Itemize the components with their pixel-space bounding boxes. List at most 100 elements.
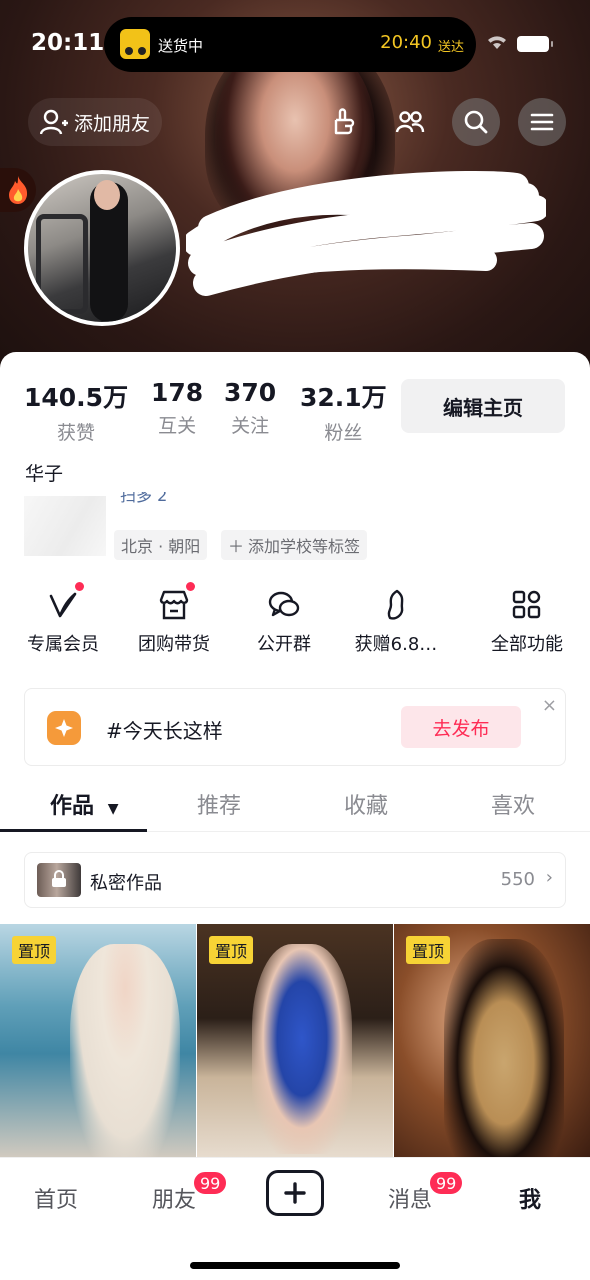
feature-public-group[interactable]: 公开群	[229, 588, 339, 656]
video-thumbnail[interactable]: 置顶	[394, 924, 590, 1160]
thumbnail-figure	[252, 944, 352, 1154]
notification-dot	[186, 582, 195, 591]
hamburger-menu-icon	[530, 113, 554, 131]
dynamic-island-live-activity[interactable]: 送货中 20:40 送达	[104, 17, 476, 72]
close-icon[interactable]: ×	[542, 695, 557, 716]
stat-value: 178	[151, 378, 204, 407]
pinned-badge: 置顶	[12, 936, 57, 964]
tab-recommend[interactable]: 推荐	[197, 788, 241, 820]
search-icon	[464, 110, 488, 134]
signature-fragment: 扫多 2	[120, 492, 168, 505]
home-indicator	[190, 1262, 400, 1269]
thumbnail-figure	[444, 939, 564, 1160]
stat-likes[interactable]: 140.5万 获赞	[24, 378, 128, 445]
feature-label: 获赠6.8…	[354, 634, 438, 655]
content-tabs: 作品 ▼ 推荐 收藏 喜欢	[0, 780, 590, 832]
delivery-eta-label: 送达	[437, 40, 464, 55]
topic-hashtag: #今天长这样	[106, 719, 223, 743]
visitor-button[interactable]	[321, 98, 369, 146]
stat-followers[interactable]: 32.1万 粉丝	[300, 378, 387, 445]
friends-list-button[interactable]	[386, 98, 434, 146]
delivery-status: 送货中	[158, 37, 204, 55]
thumbnail-figure	[70, 944, 180, 1160]
nickname: 华子	[25, 463, 64, 485]
feature-label: 公开群	[257, 634, 311, 655]
chat-group-icon	[267, 588, 301, 622]
messages-badge: 99	[428, 1170, 465, 1196]
pinned-badge: 置顶	[406, 936, 451, 964]
active-tab-indicator	[0, 829, 147, 832]
shop-icon	[157, 582, 195, 622]
plus-icon: ＋	[228, 537, 245, 556]
sparkle-icon	[47, 711, 81, 745]
redacted-username-scribble	[186, 170, 546, 296]
delivery-eta: 20:40	[380, 32, 432, 53]
feature-gift[interactable]: 获赠6.8…	[341, 588, 451, 656]
stat-value: 32.1万	[300, 383, 387, 412]
feature-group-buy[interactable]: 团购带货	[119, 582, 229, 656]
edit-profile-button[interactable]: 编辑主页	[401, 379, 565, 433]
nav-friends[interactable]: 朋友 99	[152, 1170, 229, 1214]
search-button[interactable]	[452, 98, 500, 146]
stat-value: 140.5万	[24, 383, 129, 412]
menu-button[interactable]	[518, 98, 566, 146]
status-bar: 20:11 送货中 20:40 送达	[0, 0, 590, 90]
pointing-hand-icon	[334, 108, 355, 135]
tab-favorites[interactable]: 收藏	[344, 788, 388, 820]
blurred-signature-area	[24, 496, 106, 556]
video-thumbnail[interactable]: 置顶	[0, 924, 196, 1160]
lock-icon	[52, 870, 66, 887]
private-works-label: 私密作品	[90, 873, 162, 894]
tab-label: 作品	[50, 794, 95, 819]
video-thumbnail[interactable]: 置顶	[197, 924, 393, 1160]
wifi-icon	[488, 36, 506, 49]
feature-all-functions[interactable]: 全部功能	[472, 588, 582, 656]
stat-label: 获赞	[57, 422, 96, 444]
location-tag[interactable]: 北京 · 朝阳	[114, 530, 208, 560]
vip-icon	[46, 582, 84, 622]
people-icon	[395, 111, 425, 133]
private-works-row[interactable]: 私密作品 550 ›	[24, 852, 566, 908]
add-school-tag[interactable]: ＋ 添加学校等标签	[221, 530, 368, 560]
friends-badge: 99	[192, 1170, 229, 1196]
bottom-navigation: 首页 朋友 99 消息 99 我	[0, 1157, 590, 1280]
create-post-button[interactable]	[266, 1170, 324, 1216]
caret-down-icon: ▼	[107, 801, 119, 817]
stat-label: 粉丝	[324, 422, 363, 444]
feature-label: 全部功能	[491, 634, 563, 655]
stat-following[interactable]: 370 关注	[224, 378, 276, 438]
avatar-head	[94, 180, 120, 210]
stat-mutual[interactable]: 178 互关	[151, 378, 203, 438]
feature-vip-member[interactable]: 专属会员	[8, 582, 118, 656]
private-works-count: 550	[500, 869, 535, 890]
add-user-icon	[40, 109, 68, 135]
avatar[interactable]	[24, 170, 180, 326]
notification-dot	[75, 582, 84, 591]
stat-label: 互关	[158, 415, 197, 437]
nav-messages[interactable]: 消息 99	[388, 1170, 465, 1214]
tab-likes[interactable]: 喜欢	[491, 788, 535, 820]
topic-prompt-card[interactable]: #今天长这样 去发布 ×	[24, 688, 566, 766]
nav-messages-label: 消息	[388, 1188, 433, 1213]
stat-value: 370	[224, 378, 277, 407]
add-school-tag-label: 添加学校等标签	[248, 537, 361, 556]
post-button[interactable]: 去发布	[401, 706, 521, 748]
status-time: 20:11	[31, 30, 105, 56]
nav-home[interactable]: 首页	[34, 1182, 78, 1214]
nav-me[interactable]: 我	[519, 1182, 541, 1214]
gift-leaf-icon	[379, 588, 413, 622]
add-friend-label: 添加朋友	[74, 112, 151, 135]
fire-icon	[9, 176, 28, 204]
feature-label: 专属会员	[27, 634, 99, 655]
tab-works[interactable]: 作品 ▼	[50, 788, 118, 820]
delivery-scooter-icon	[120, 29, 150, 59]
grid-icon	[510, 588, 544, 622]
plus-icon	[284, 1182, 306, 1204]
stat-label: 关注	[231, 415, 270, 437]
chevron-right-icon: ›	[545, 867, 553, 888]
nav-friends-label: 朋友	[152, 1188, 197, 1213]
feature-label: 团购带货	[138, 634, 210, 655]
add-friend-button[interactable]: 添加朋友	[28, 98, 163, 146]
location-tag-label: 北京 · 朝阳	[121, 537, 201, 556]
avatar-gym-machine	[36, 214, 88, 314]
